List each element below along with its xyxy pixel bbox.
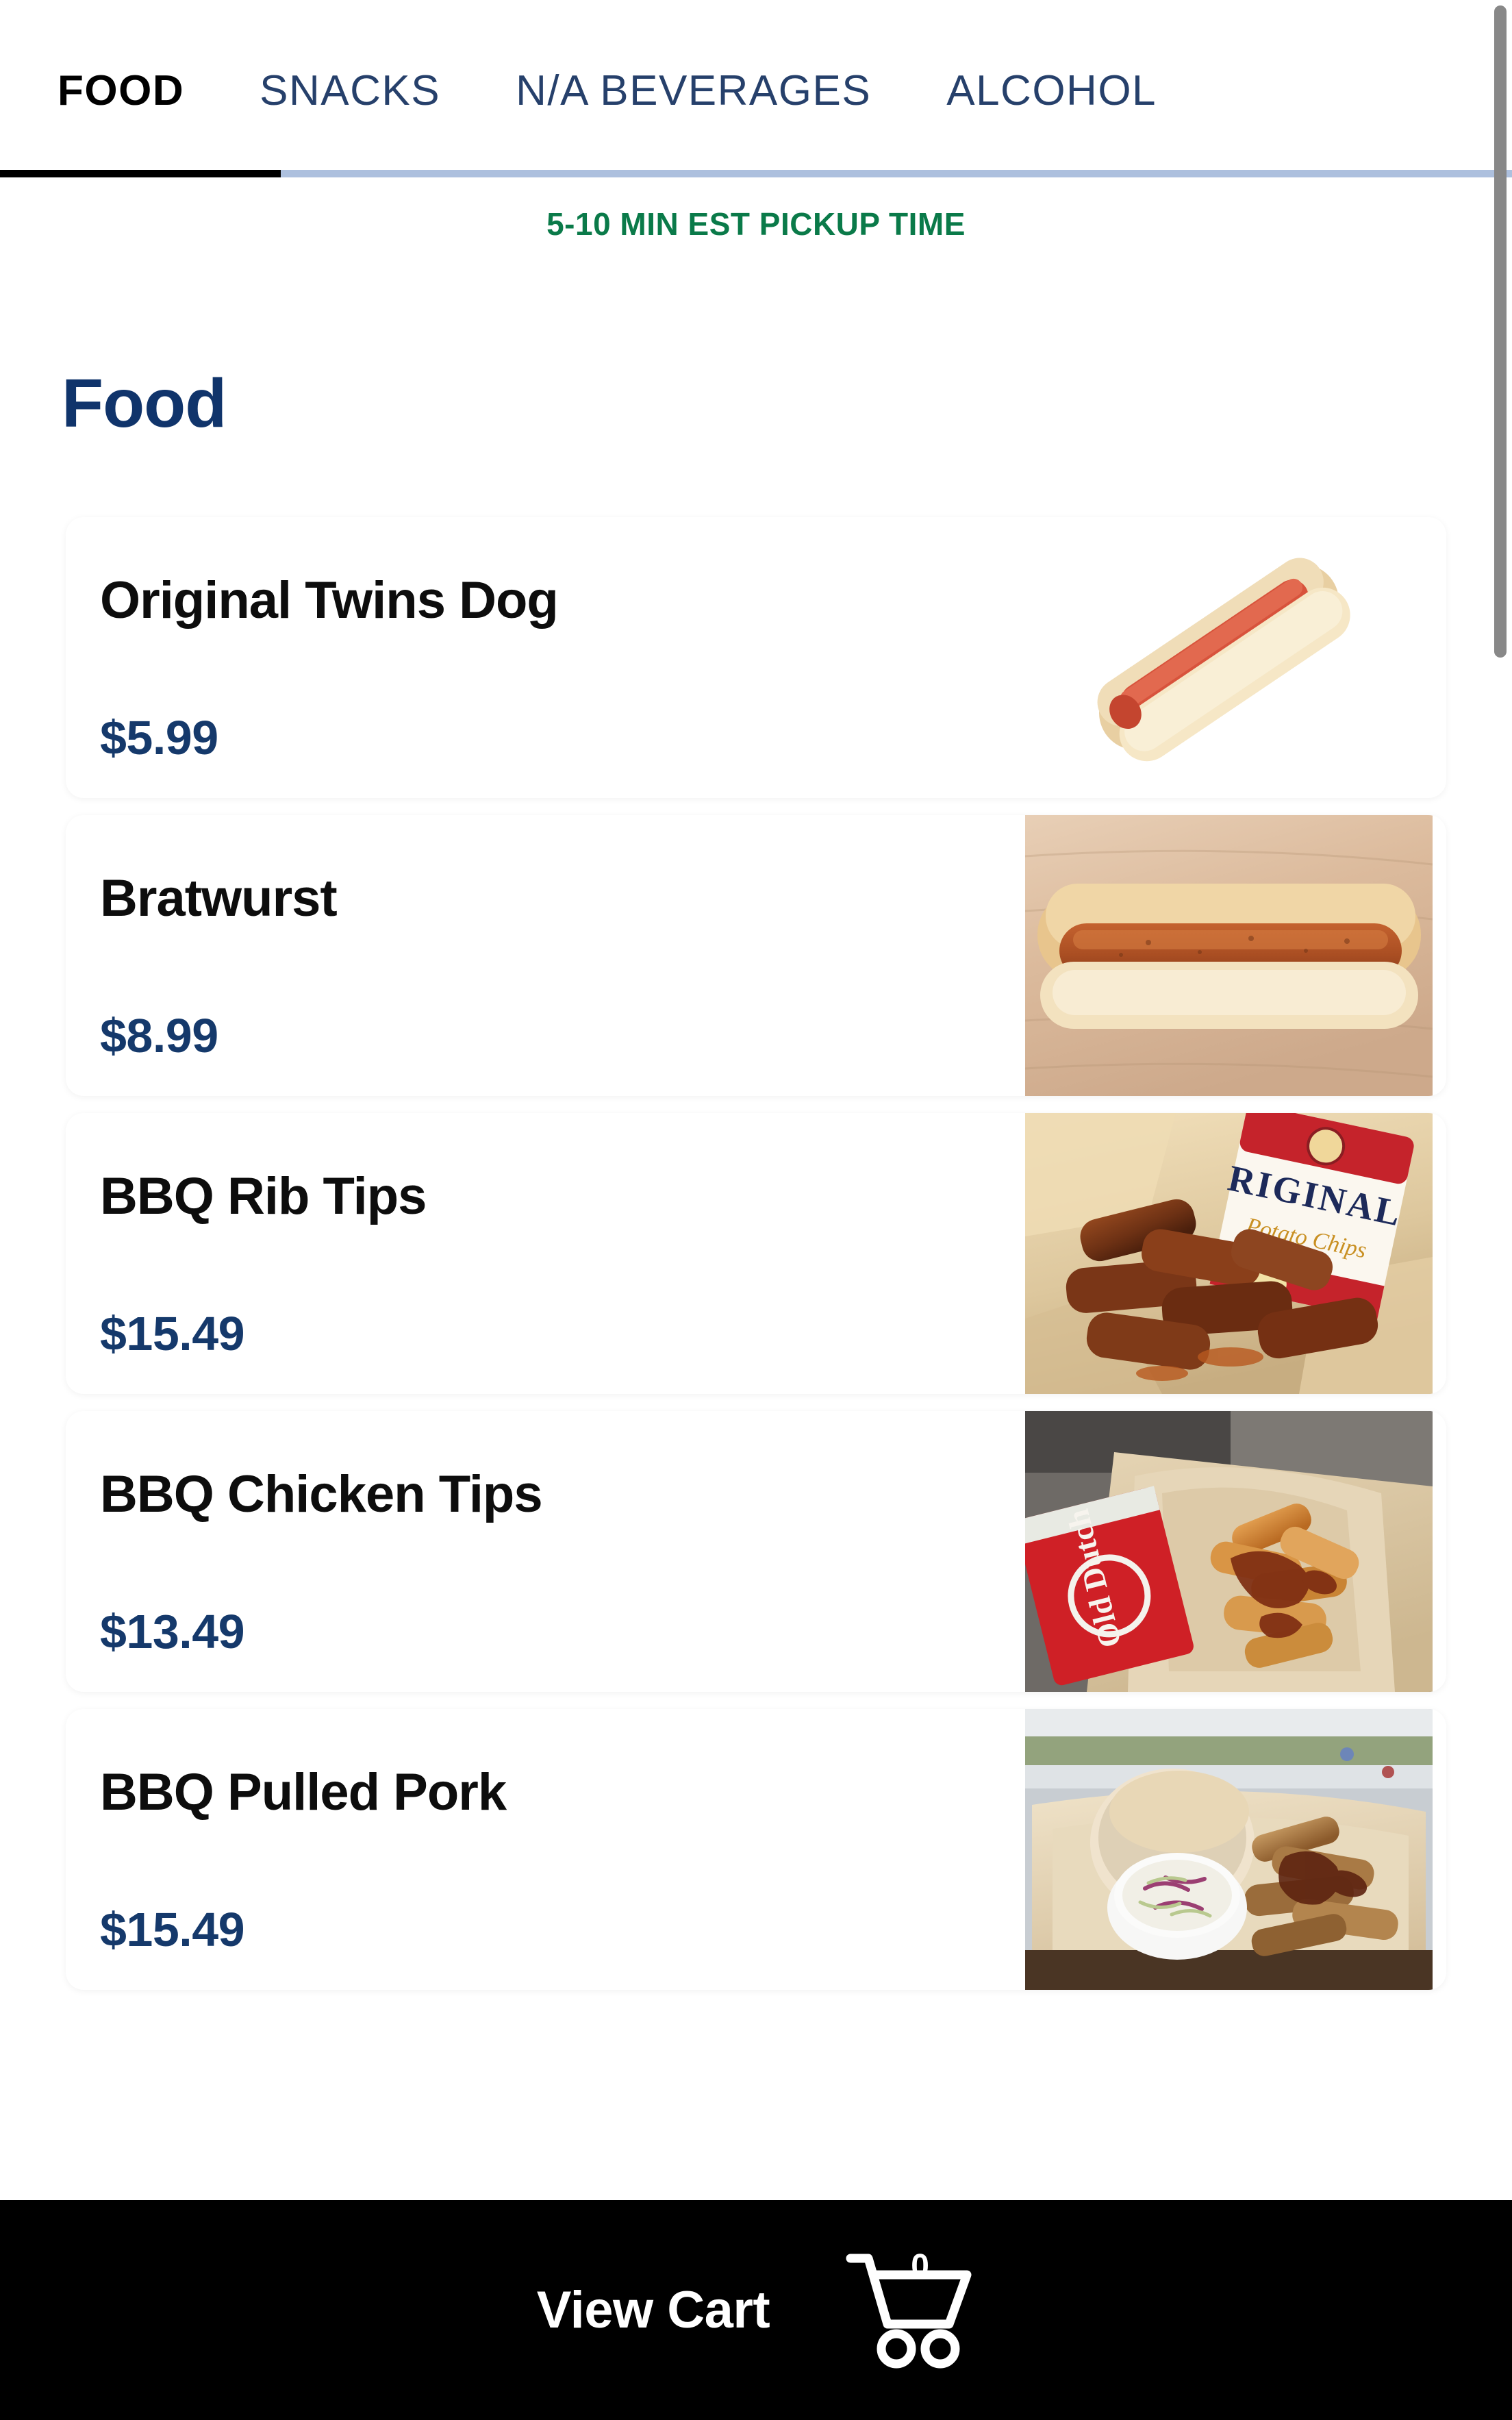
- menu-item-price: $5.99: [100, 711, 218, 764]
- menu-item-text: BBQ Pulled Pork $15.49: [100, 1709, 990, 1990]
- bbq-rib-tips-photo: RIGINAL Potato Chips: [1025, 1113, 1433, 1394]
- menu-item-name: Original Twins Dog: [100, 571, 559, 629]
- menu-item-image: [1025, 815, 1433, 1096]
- menu-item-image: [1008, 517, 1426, 798]
- menu-item-card[interactable]: BBQ Chicken Tips $13.49 Old Dutch: [66, 1411, 1446, 1692]
- menu-item-card[interactable]: BBQ Rib Tips $15.49 RIGINAL Potato Chips: [66, 1113, 1446, 1394]
- menu-item-name: BBQ Chicken Tips: [100, 1465, 543, 1523]
- tab-alcohol[interactable]: ALCOHOL: [946, 58, 1157, 112]
- category-tabs: FOOD SNACKS N/A BEVERAGES ALCOHOL: [0, 0, 1512, 170]
- tab-food[interactable]: FOOD: [58, 58, 184, 112]
- shopping-cart-icon: [846, 2254, 972, 2369]
- menu-item-card[interactable]: Bratwurst $8.99: [66, 815, 1446, 1096]
- menu-item-text: Original Twins Dog $5.99: [100, 517, 990, 798]
- menu-item-list: Original Twins Dog $5.99 Bratwurst $8.99…: [0, 517, 1512, 2007]
- menu-item-image: RIGINAL Potato Chips: [1025, 1113, 1433, 1394]
- menu-item-text: BBQ Chicken Tips $13.49: [100, 1411, 990, 1692]
- hot-dog-icon: [1008, 517, 1426, 798]
- menu-item-text: BBQ Rib Tips $15.49: [100, 1113, 990, 1394]
- bbq-pulled-pork-photo: [1025, 1709, 1433, 1990]
- menu-item-price: $13.49: [100, 1605, 245, 1658]
- menu-item-price: $15.49: [100, 1307, 245, 1360]
- tab-snacks[interactable]: SNACKS: [260, 58, 440, 112]
- menu-item-name: BBQ Rib Tips: [100, 1167, 427, 1225]
- cart-icon-wrapper[interactable]: 0: [845, 2250, 975, 2370]
- menu-item-text: Bratwurst $8.99: [100, 815, 990, 1096]
- menu-item-price: $15.49: [100, 1903, 245, 1956]
- category-tab-bar: FOOD SNACKS N/A BEVERAGES ALCOHOL: [0, 0, 1512, 182]
- cart-count-badge: 0: [911, 2248, 929, 2284]
- pickup-time-banner: 5-10 MIN EST PICKUP TIME: [546, 206, 966, 242]
- menu-item-name: Bratwurst: [100, 869, 338, 927]
- menu-item-image: [1025, 1709, 1433, 1990]
- view-cart-label: View Cart: [536, 2281, 770, 2339]
- menu-item-card[interactable]: Original Twins Dog $5.99: [66, 517, 1446, 798]
- page-title: Food: [62, 365, 227, 442]
- menu-item-card[interactable]: BBQ Pulled Pork $15.49: [66, 1709, 1446, 1990]
- menu-item-image: Old Dutch: [1025, 1411, 1433, 1692]
- view-cart-bar[interactable]: View Cart 0: [0, 2200, 1512, 2420]
- tab-active-indicator: [0, 170, 281, 177]
- bbq-chicken-tips-photo: Old Dutch: [1025, 1411, 1433, 1692]
- tab-na-beverages[interactable]: N/A BEVERAGES: [516, 58, 871, 112]
- bratwurst-photo: [1025, 815, 1433, 1096]
- menu-item-price: $8.99: [100, 1009, 218, 1062]
- menu-item-name: BBQ Pulled Pork: [100, 1763, 507, 1821]
